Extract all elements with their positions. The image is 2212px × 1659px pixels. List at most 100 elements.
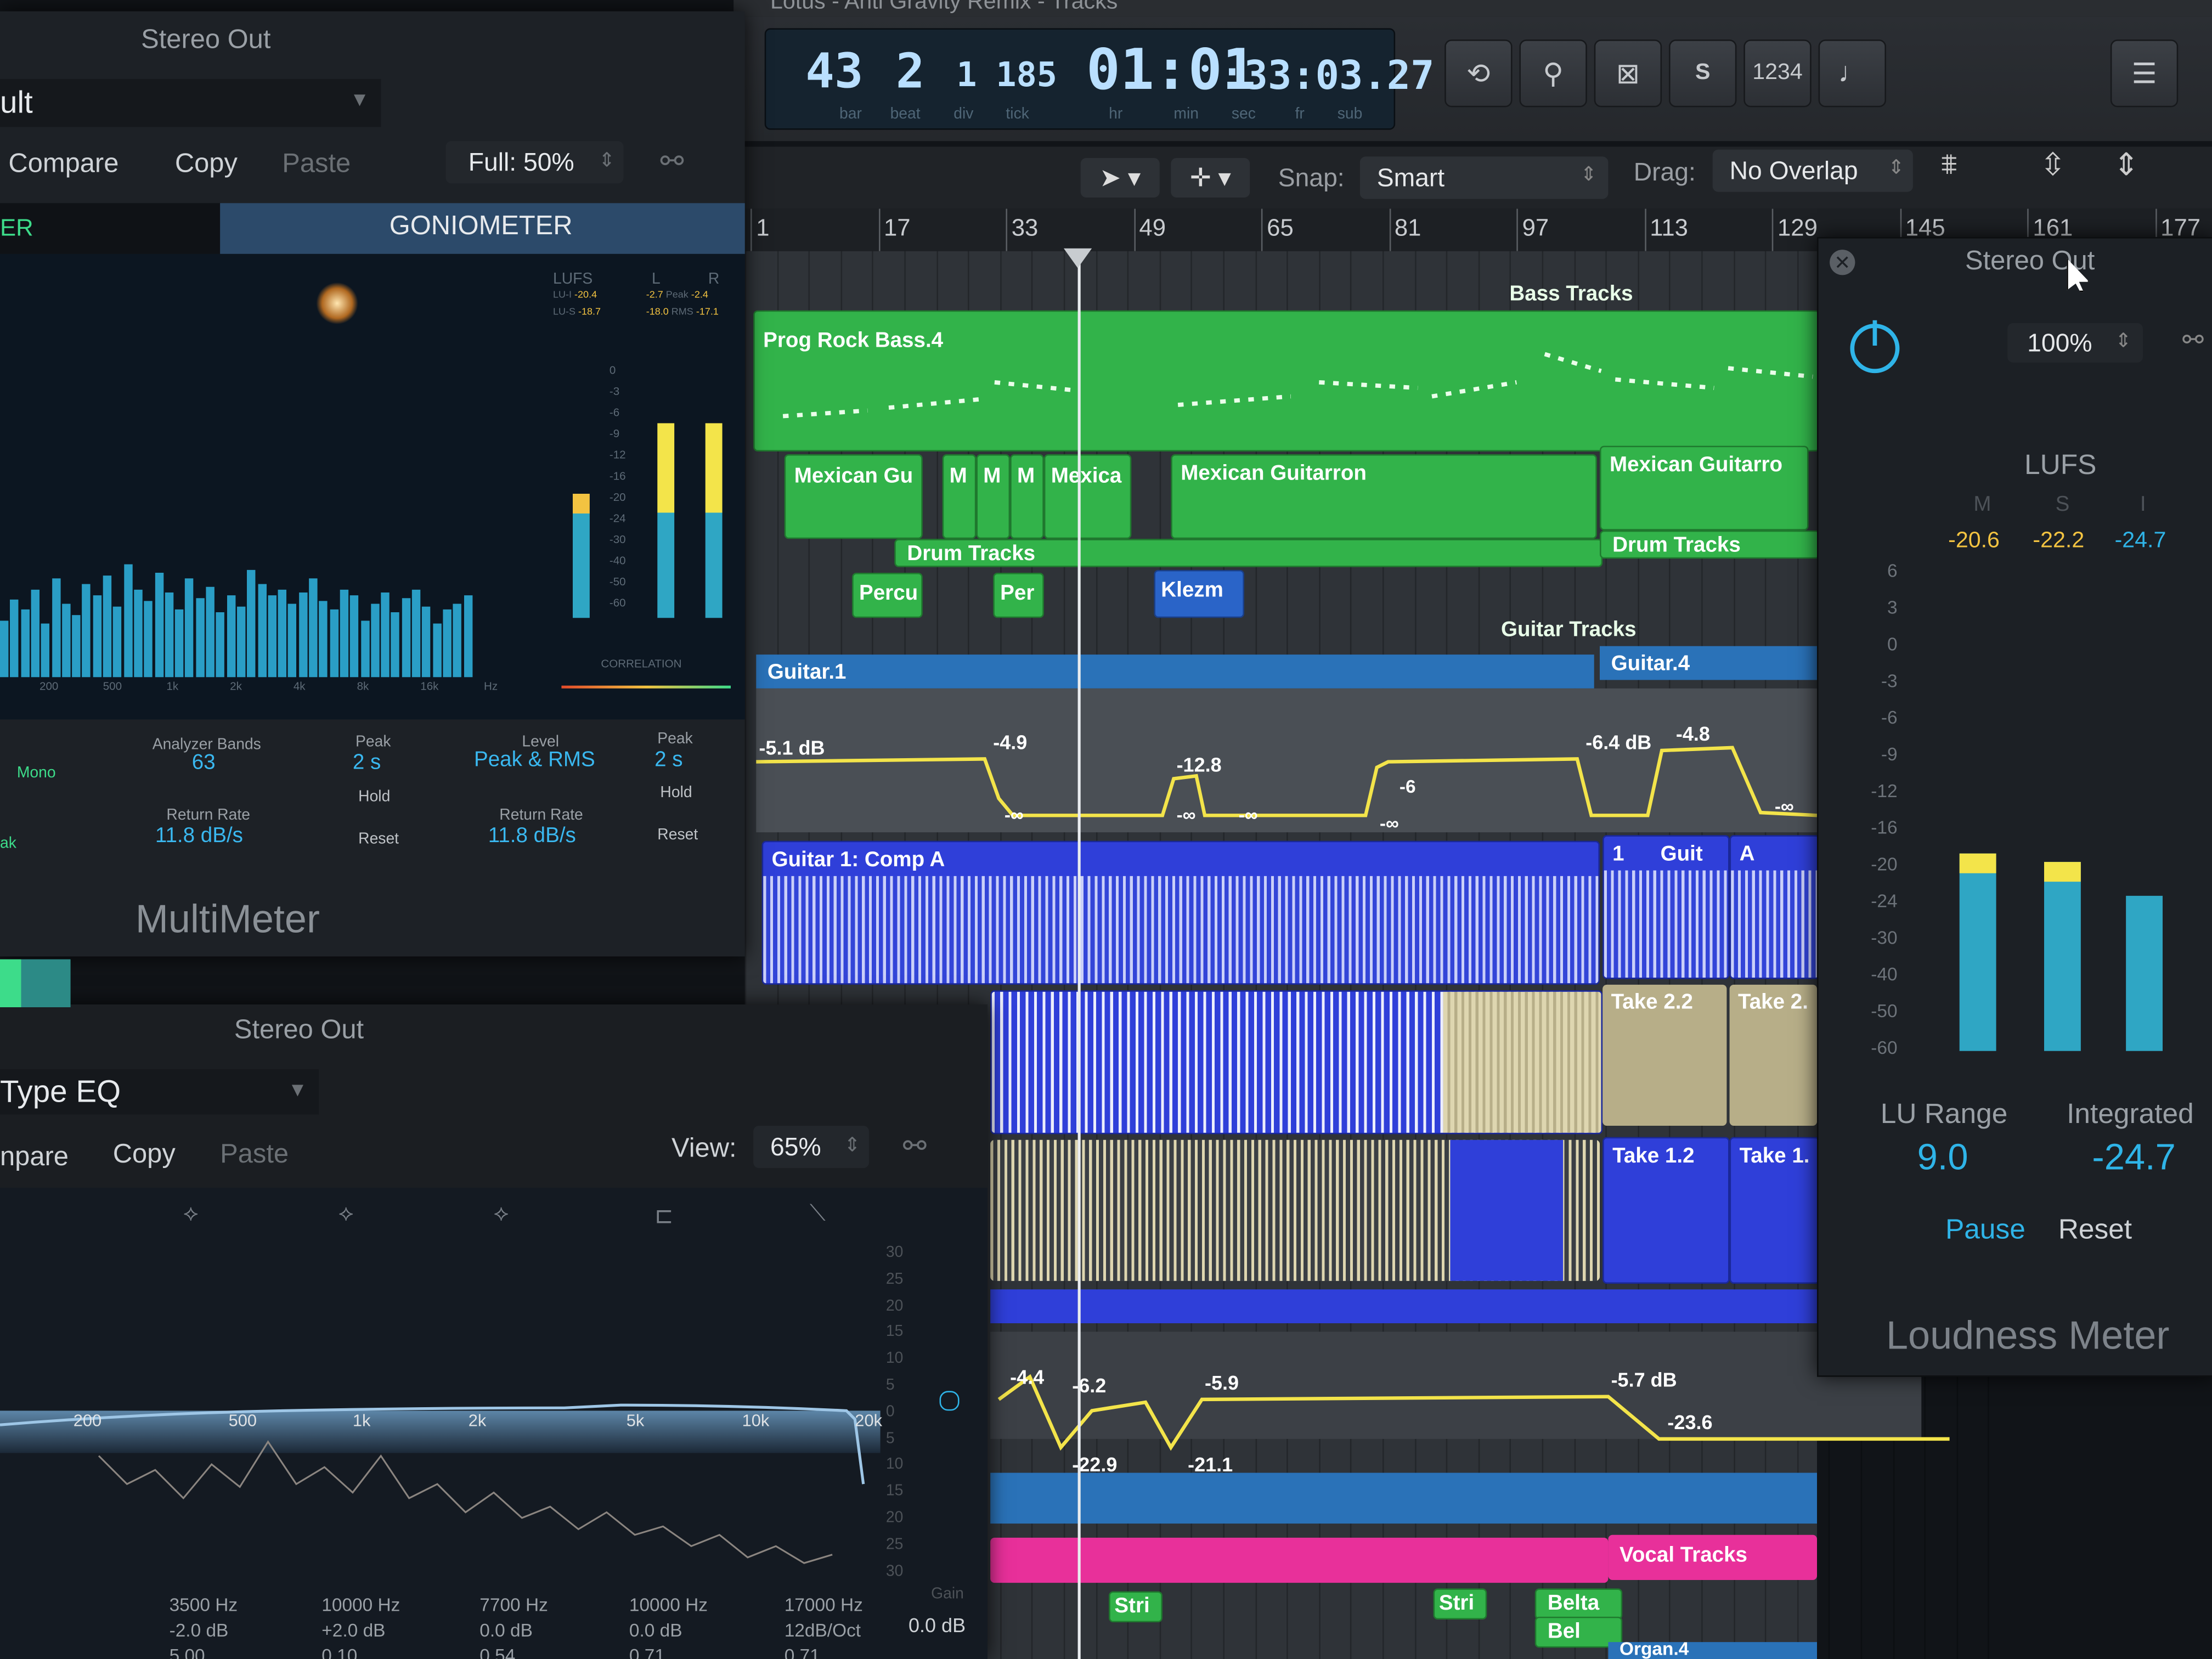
reset-button[interactable]: Reset [657,827,698,844]
count-in-button[interactable]: 1234 [1743,40,1812,108]
secondary-tool[interactable]: ✛ ▾ [1171,158,1250,198]
playhead-line[interactable] [1077,251,1081,1659]
take-region[interactable]: Take 2.2 [1602,984,1727,1126]
band-column[interactable]: 3500 Hz -2.0 dB 5.00 [170,1594,311,1659]
cycle-button[interactable]: ⟲ [1444,40,1513,108]
hold-button[interactable]: Hold [660,785,692,802]
band-column[interactable]: 17000 Hz 12dB/Oct 0.71 [785,1594,926,1659]
drum-region[interactable]: Per [993,573,1044,618]
analyzer-bands-value[interactable]: 63 [192,751,216,775]
view-select[interactable]: Full: 50% ⇕ [445,141,624,184]
comp-b-region[interactable]: 1 Guit [1602,835,1730,979]
band-column[interactable]: 7700 Hz 0.0 dB 0.54 [479,1594,620,1659]
horizontal-zoom-icon[interactable]: ⇕ [2113,146,2139,183]
peak-hold-value[interactable]: 2 s [353,751,381,775]
return-rate-value[interactable]: 11.8 dB/s [155,824,243,848]
pause-button[interactable]: Pause [1945,1215,2025,1247]
level-value[interactable]: Peak & RMS [474,748,595,772]
zoom-select[interactable]: 100% ⇕ [2007,323,2143,363]
high-shelf-icon[interactable]: ⊏ [654,1202,673,1230]
close-icon[interactable]: ✕ [1830,250,1855,275]
take-region[interactable] [990,990,1603,1135]
vocal-region[interactable]: Stri [1109,1591,1163,1623]
pointer-icon: ➤ ▾ [1099,163,1141,192]
preset-select[interactable]: ult ▼ [0,79,381,127]
copy-button[interactable]: Copy [113,1140,176,1171]
drum-folder-region[interactable]: Drum Tracks [1600,530,1820,559]
db-tick: 25 [885,1271,904,1288]
take-region[interactable] [990,1139,1600,1281]
hold-button[interactable]: Hold [358,788,390,805]
track-bar[interactable] [990,1472,1817,1524]
metronome-button[interactable]: ♩ [1818,40,1886,108]
return-rate-value[interactable]: 11.8 dB/s [488,824,576,848]
spectrum-bar [123,564,132,678]
reset-button[interactable]: Reset [358,831,399,848]
guitarron-region[interactable]: Mexican Guitarro [1600,445,1809,531]
guitarron-region[interactable]: M [942,454,977,539]
track-bar[interactable] [990,1289,1817,1323]
guitarron-region[interactable]: M [1010,454,1044,539]
view-select[interactable]: 65% ⇕ [753,1126,869,1169]
tab-goniometer[interactable]: GONIOMETER [220,203,745,254]
automation-value: -5.9 [1205,1371,1239,1394]
drum-folder-region[interactable]: Drum Tracks [894,539,1603,567]
bell-band-icon[interactable]: ⟡ [494,1202,509,1227]
waveform-zoom-icon[interactable]: ⩨ [1941,150,1957,182]
link-icon[interactable]: ⚯ [903,1128,927,1164]
copy-button[interactable]: Copy [175,150,238,181]
band-column[interactable]: 10000 Hz 0.0 dB 0.71 [629,1594,770,1659]
meter-i-track [2126,577,2163,1051]
reset-button[interactable]: Reset [2058,1215,2132,1247]
vocal-folder-region[interactable]: Vocal Tracks [1608,1534,1817,1580]
lcd-display[interactable]: 43 2 1 185 01:01 :33:03.27 bar beat div … [764,28,1434,130]
gain-handle[interactable] [939,1391,960,1411]
spectrum-bar [391,612,400,678]
link-icon[interactable]: ⚯ [660,144,684,179]
drag-select[interactable]: No Overlap ⇕ [1712,149,1913,192]
take-region[interactable]: Take 1. [1729,1137,1820,1284]
snap-value: Smart [1376,163,1445,192]
tab-analyzer[interactable]: ER [0,203,221,254]
paste-button[interactable]: Paste [282,150,351,181]
bell-band-icon[interactable]: ⟡ [338,1202,353,1227]
guitarron-region[interactable]: Mexica [1043,454,1132,539]
volume-automation-line[interactable] [745,660,1817,857]
volume-automation-line[interactable] [990,1338,1950,1464]
vocal-region[interactable]: Belta [1534,1588,1623,1620]
region-name: Per [1000,581,1035,606]
bass-region[interactable]: Prog Rock Bass.4 [753,310,1820,452]
comp-c-region[interactable]: A [1729,835,1820,979]
high-cut-icon[interactable]: ⟍ [810,1202,826,1227]
gain-value[interactable]: 0.0 dB [909,1614,966,1637]
vocal-region[interactable]: Stri [1433,1588,1487,1620]
take-region[interactable]: Take 1.2 [1602,1137,1730,1284]
pointer-tool[interactable]: ➤ ▾ [1080,158,1160,198]
list-editors-button[interactable]: ☰ [2110,40,2179,108]
vocal-folder-region[interactable] [990,1537,1609,1583]
comp-a-region[interactable]: Guitar 1: Comp A [761,840,1600,985]
solo-button[interactable]: S [1669,40,1737,108]
paste-button[interactable]: Paste [220,1140,289,1171]
organ-region[interactable]: Organ.4 [1608,1638,1817,1659]
guitarron-region[interactable]: M [976,454,1011,539]
tuner-button[interactable]: ⚲ [1519,40,1587,108]
vertical-zoom-icon[interactable]: ⇳ [2040,146,2066,183]
peak2-value[interactable]: 2 s [654,748,682,772]
preset-select[interactable]: Type EQ ▼ [0,1069,319,1115]
replace-button[interactable]: ⊠ [1594,40,1662,108]
drum-region[interactable]: Klezm [1154,569,1244,618]
power-icon[interactable] [1844,314,1906,376]
snap-select[interactable]: Smart ⇕ [1359,156,1609,199]
drum-region[interactable]: Percu [852,573,923,618]
compare-button[interactable]: npare [0,1143,69,1174]
guitarron-region[interactable]: Mexican Guitarron [1171,454,1597,539]
take-region[interactable]: Take 2. [1729,984,1817,1126]
band-column[interactable]: 10000 Hz +2.0 dB 0.10 [321,1594,462,1659]
guitarron-region[interactable]: Mexican Gu [784,454,923,539]
bell-band-icon[interactable]: ⟡ [183,1202,198,1227]
link-icon[interactable]: ⚯ [2182,326,2204,356]
db-tick: 5 [885,1430,895,1447]
eq-graph[interactable]: ⟡ ⟡ ⟡ ⊏ ⟍ 30 25 20 15 10 5 0 5 10 15 20 25 30 200 500… [0,1188,988,1659]
compare-button[interactable]: Compare [8,150,119,181]
